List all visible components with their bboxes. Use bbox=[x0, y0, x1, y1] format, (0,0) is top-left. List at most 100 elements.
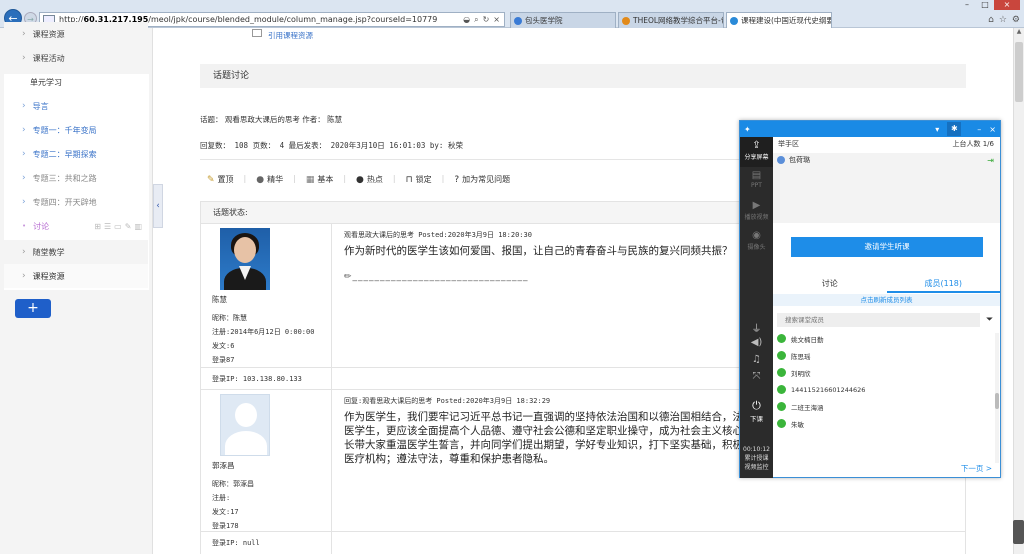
course-sidebar: › 课程资源 › 课程活动 单元学习 › 导言 › 专题一：千年变局 › 专题二：早期探索… bbox=[0, 22, 153, 554]
divider: | bbox=[441, 174, 445, 183]
scroll-thumb[interactable] bbox=[1015, 42, 1023, 102]
invite-students-button[interactable]: 邀请学生听课 bbox=[791, 237, 983, 257]
author-registered: 注册: bbox=[212, 494, 231, 502]
raise-hand-title: 举手区 bbox=[778, 140, 799, 148]
lock-button[interactable]: ⊓ 锁定 bbox=[406, 174, 432, 185]
browser-tab[interactable]: THEOL网络教学综合平台-包... bbox=[618, 12, 724, 28]
microphone-icon[interactable]: ⏚ bbox=[740, 320, 773, 335]
member-item[interactable]: 姚文楠日勤 bbox=[777, 330, 824, 347]
compat-icon[interactable]: ◒ bbox=[463, 15, 470, 25]
camera-button[interactable]: ◉ 摄像头 bbox=[740, 227, 773, 257]
add-button[interactable]: + bbox=[15, 299, 51, 318]
sidebar-collapse-button[interactable]: ‹ bbox=[153, 184, 163, 228]
resource-link-bar: 引用课程资源 bbox=[200, 28, 760, 42]
member-item[interactable]: 陈思瑶 bbox=[777, 347, 811, 364]
page-scrollbar[interactable]: ▲ bbox=[1013, 28, 1024, 554]
sidebar-item-topic-4[interactable]: › 专题四：开天辟地 bbox=[4, 190, 148, 214]
scroll-up-icon[interactable]: ▲ bbox=[1014, 28, 1024, 38]
end-class-button[interactable]: ⏻ 下课 bbox=[740, 399, 773, 423]
wechat-icon bbox=[777, 351, 786, 360]
sidebar-item-course-resources[interactable]: › 课程资源 bbox=[4, 22, 148, 46]
divider: | bbox=[392, 174, 396, 183]
chevron-right-icon: › bbox=[22, 125, 26, 135]
home-icon[interactable]: ⌂ bbox=[988, 15, 994, 25]
sidebar-item-topic-2[interactable]: › 专题二：早期探索 bbox=[4, 142, 148, 166]
panel-close-button[interactable]: × bbox=[989, 125, 996, 134]
filter-icon[interactable]: ⏷ bbox=[986, 315, 993, 325]
member-search-input[interactable] bbox=[777, 313, 980, 327]
wechat-icon bbox=[777, 402, 786, 411]
tab-favicon-icon bbox=[514, 16, 522, 25]
member-item[interactable]: 二班王海涵 bbox=[777, 398, 824, 415]
sidebar-item-course-activities[interactable]: › 课程活动 bbox=[4, 46, 148, 70]
faq-button[interactable]: ? 加为常见问题 bbox=[454, 174, 510, 185]
chevron-right-icon: › bbox=[22, 197, 26, 207]
refresh-icon[interactable]: ↻ bbox=[483, 15, 490, 25]
browser-tab[interactable]: 包头医学院 bbox=[510, 12, 616, 28]
sidebar-item-topic-3[interactable]: › 专题三：共和之路 bbox=[4, 166, 148, 190]
accept-icon[interactable]: ⇥ bbox=[987, 156, 994, 165]
divider: | bbox=[343, 174, 347, 183]
share-screen-icon: ⇪ bbox=[752, 140, 761, 151]
next-page-link[interactable]: 下一页 > bbox=[961, 463, 992, 474]
maximize-button[interactable]: □ bbox=[976, 0, 994, 10]
window-controls: – □ × bbox=[958, 0, 1020, 10]
search-icon[interactable]: ⌕ bbox=[474, 15, 478, 25]
hot-button[interactable]: ● 热点 bbox=[356, 174, 383, 185]
panel-minimize-button[interactable]: – bbox=[977, 125, 981, 134]
member-scrollbar[interactable] bbox=[995, 333, 999, 463]
chevron-right-icon: › bbox=[22, 149, 26, 159]
author-name[interactable]: 郭涿昌 bbox=[212, 460, 331, 471]
member-item[interactable]: 朱敏 bbox=[777, 415, 804, 432]
sidebar-item-unit-study[interactable]: 单元学习 bbox=[4, 70, 148, 94]
tab-discussion[interactable]: 讨论 bbox=[773, 275, 887, 293]
pin-icon[interactable]: ✱ bbox=[947, 122, 962, 136]
cite-resources-link[interactable]: 引用课程资源 bbox=[268, 30, 313, 41]
tab-favicon-icon bbox=[622, 16, 630, 25]
play-video-button[interactable]: ▶ 播放视频 bbox=[740, 197, 773, 227]
sidebar-item-course-resources-2[interactable]: › 课程资源 bbox=[4, 264, 148, 288]
grid-icon[interactable]: ⊞ bbox=[94, 222, 101, 231]
featured-button[interactable]: ● 精华 bbox=[256, 174, 283, 185]
list-icon[interactable]: ☰ bbox=[104, 222, 111, 231]
minimize-button[interactable]: – bbox=[958, 0, 976, 10]
folder-icon bbox=[252, 29, 262, 37]
member-item[interactable]: 刘明欣 bbox=[777, 364, 811, 381]
favorites-icon[interactable]: ☆ bbox=[999, 15, 1007, 25]
avatar[interactable] bbox=[220, 228, 270, 290]
browser-tab-active[interactable]: 课程建设(中国近现代史纲要)× bbox=[726, 12, 832, 28]
sidebar-item-class-teaching[interactable]: › 随堂教学 bbox=[4, 240, 148, 264]
edit-icon[interactable]: ✎ bbox=[125, 222, 132, 231]
panel-titlebar[interactable]: ✦ ▾ ✱ – × bbox=[740, 121, 1000, 137]
ppt-button[interactable]: ▤ PPT bbox=[740, 167, 773, 197]
sidebar-item-discussion[interactable]: • 讨论 ⊞ ☰ ▭ ✎ ▥ bbox=[4, 214, 148, 238]
close-icon[interactable]: × bbox=[493, 15, 500, 25]
refresh-members-link[interactable]: 点击刷新成员列表 bbox=[773, 294, 1000, 306]
monitor-label: 视频监控 bbox=[744, 464, 769, 471]
delete-icon[interactable]: ▥ bbox=[134, 222, 142, 231]
avatar[interactable] bbox=[220, 394, 270, 456]
pin-button[interactable]: ✎ 置顶 bbox=[207, 174, 234, 185]
fullscreen-icon[interactable]: ⤧ bbox=[740, 371, 773, 382]
post-author: 郭涿昌 昵称：郭涿昌 注册: 发文:17 登录178 bbox=[201, 390, 332, 531]
speaker-icon[interactable]: ◀) bbox=[740, 337, 773, 348]
browser-tabs: 包头医学院 THEOL网络教学综合平台-包... 课程建设(中国近现代史纲要)× bbox=[510, 12, 832, 28]
settings-gear-icon[interactable]: ⚙ bbox=[1012, 15, 1020, 25]
basic-icon: ▦ bbox=[305, 174, 315, 185]
sidebar-item-topic-1[interactable]: › 专题一：千年变局 bbox=[4, 118, 148, 142]
scroll-thumb[interactable] bbox=[995, 393, 999, 409]
raise-hand-user[interactable]: 包荷璐 ⇥ bbox=[773, 153, 1000, 167]
member-item[interactable]: 144115216601244626 bbox=[777, 381, 865, 398]
floating-handle[interactable] bbox=[1013, 520, 1024, 544]
chevron-right-icon: › bbox=[22, 53, 26, 63]
share-screen-button[interactable]: ⇪ 分享屏幕 bbox=[740, 137, 773, 167]
sidebar-item-intro[interactable]: › 导言 bbox=[4, 94, 148, 118]
window-close-button[interactable]: × bbox=[994, 0, 1020, 10]
timer-label: 累计授课 bbox=[744, 455, 769, 462]
author-name[interactable]: 陈慧 bbox=[212, 294, 331, 305]
tab-members[interactable]: 成员(118) bbox=[886, 275, 1000, 293]
monitor-icon[interactable]: ▭ bbox=[114, 222, 122, 231]
music-icon[interactable]: ♫ bbox=[740, 354, 773, 365]
dropdown-icon[interactable]: ▾ bbox=[935, 125, 939, 134]
basic-button[interactable]: ▦ 基本 bbox=[306, 174, 334, 185]
